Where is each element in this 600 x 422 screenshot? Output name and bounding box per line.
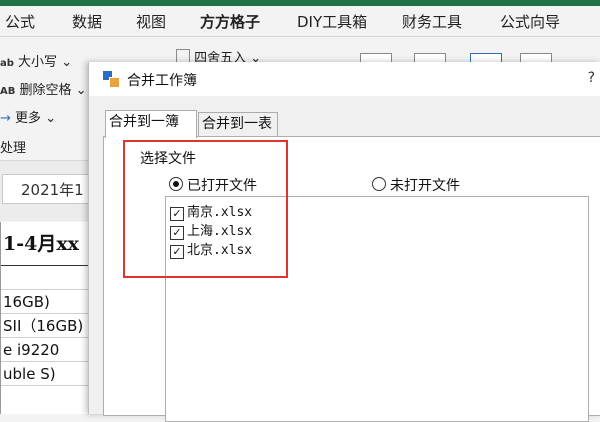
- case-label: 大小写: [18, 55, 58, 70]
- name-box[interactable]: 2021年1: [2, 174, 100, 204]
- tab-formulas[interactable]: 公式: [5, 11, 35, 32]
- tab-merge-to-workbook[interactable]: 合并到一簿: [105, 110, 197, 138]
- remove-space-button[interactable]: AB 删除空格 ⌄: [0, 79, 87, 98]
- table-row[interactable]: uble S): [1, 362, 93, 386]
- dialog-title-bar[interactable]: 合并工作簿 ?: [89, 62, 600, 96]
- table-row[interactable]: SII（16GB): [1, 314, 93, 338]
- tab-fangfang[interactable]: 方方格子: [200, 11, 260, 32]
- more-label: 更多: [15, 111, 42, 126]
- tab-data[interactable]: 数据: [72, 11, 102, 32]
- radio-unopened-label: 未打开文件: [390, 178, 460, 194]
- table-row[interactable]: 16GB): [1, 290, 93, 314]
- help-button[interactable]: ?: [588, 70, 595, 86]
- dialog-title: 合并工作簿: [127, 73, 197, 89]
- radio-unselected-icon: [372, 177, 386, 191]
- more-button[interactable]: → 更多 ⌄: [0, 107, 56, 126]
- ribbon-tab-bar: 公式 数据 视图 方方格子 DIY工具箱 财务工具 公式向导: [0, 6, 600, 42]
- ab-space-icon: AB: [0, 86, 16, 97]
- table-row[interactable]: e i9220: [1, 338, 93, 362]
- tab-merge-to-sheet[interactable]: 合并到一表: [198, 112, 278, 136]
- highlight-annotation-box: [123, 140, 288, 278]
- ribbon-group-label: 处理: [0, 141, 27, 156]
- worksheet: 1-4月xx 16GB) SII（16GB) e i9220 uble S): [0, 222, 93, 414]
- tab-view[interactable]: 视图: [136, 11, 166, 32]
- remove-space-label: 删除空格: [19, 83, 72, 98]
- tab-diy-toolbox[interactable]: DIY工具箱: [297, 11, 367, 32]
- round-icon: [176, 49, 190, 63]
- table-row[interactable]: [1, 266, 93, 290]
- case-button[interactable]: ab 大小写 ⌄: [0, 51, 72, 70]
- tab-finance-tools[interactable]: 财务工具: [402, 11, 462, 32]
- workbook-icon: [103, 71, 120, 88]
- tab-formula-wizard[interactable]: 公式向导: [500, 11, 560, 32]
- ab-icon: ab: [0, 58, 14, 69]
- sheet-title-cell[interactable]: 1-4月xx: [1, 222, 93, 266]
- radio-unopened-files[interactable]: 未打开文件: [372, 175, 460, 195]
- arrow-right-icon: →: [0, 111, 11, 126]
